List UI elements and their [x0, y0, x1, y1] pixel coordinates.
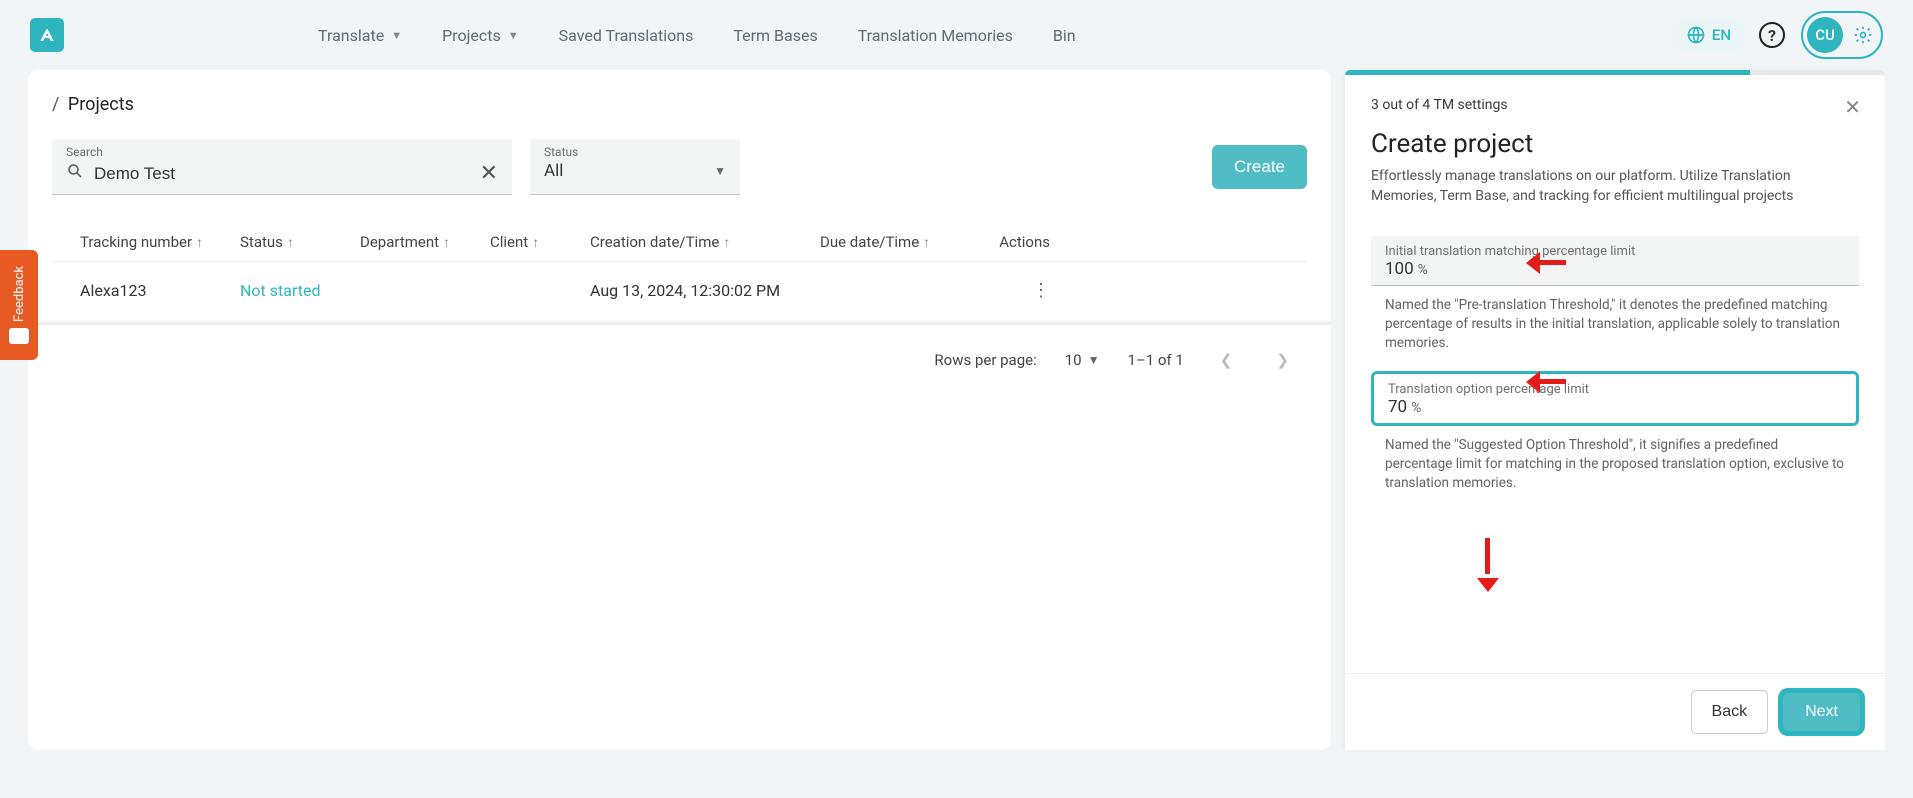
field-value: 70 [1388, 397, 1407, 417]
filter-row: Search ✕ Status All ▼ Create [52, 139, 1307, 195]
account-menu[interactable]: CU [1801, 11, 1883, 59]
nav-bin[interactable]: Bin [1053, 26, 1076, 45]
status-select[interactable]: Status All ▼ [530, 139, 740, 195]
gear-icon [1853, 25, 1873, 45]
close-icon[interactable]: ✕ [1844, 95, 1861, 119]
nav-term-bases[interactable]: Term Bases [733, 26, 817, 45]
panel-desc: Effortlessly manage translations on our … [1371, 167, 1859, 206]
col-creation[interactable]: Creation date/Time↑ [590, 233, 820, 251]
col-tracking[interactable]: Tracking number↑ [80, 233, 240, 251]
nav-label: Saved Translations [559, 26, 694, 45]
feedback-label: Feedback [12, 266, 27, 322]
projects-table: Tracking number↑ Status↑ Department↑ Cli… [52, 223, 1307, 325]
panel-title: Create project [1371, 129, 1859, 159]
field-label: Translation option percentage limit [1388, 382, 1842, 397]
nav-menu: Translate ▼ Projects ▼ Saved Translation… [318, 26, 1076, 45]
status-label: Status [544, 145, 726, 159]
pagination: Rows per page: 10 ▼ 1–1 of 1 ❮ ❯ [52, 325, 1307, 395]
sort-asc-icon: ↑ [443, 234, 450, 251]
globe-icon [1686, 25, 1706, 45]
field-unit: % [1418, 262, 1428, 278]
nav-projects[interactable]: Projects ▼ [442, 26, 519, 45]
projects-card: / Projects Search ✕ Status All ▼ [28, 70, 1331, 750]
search-input[interactable] [94, 164, 470, 184]
sort-asc-icon: ↑ [532, 234, 539, 251]
table-row[interactable]: Alexa123 Not started Aug 13, 2024, 12:30… [52, 261, 1307, 319]
breadcrumb: / Projects [52, 94, 1307, 115]
nav-label: Translation Memories [858, 26, 1013, 45]
sort-asc-icon: ↑ [923, 234, 930, 251]
cell-creation: Aug 13, 2024, 12:30:02 PM [590, 281, 820, 300]
page-range: 1–1 of 1 [1127, 351, 1183, 369]
cell-status: Not started [240, 281, 360, 300]
nav-right: EN ? CU [1674, 11, 1883, 59]
avatar: CU [1807, 17, 1843, 53]
app-logo[interactable] [30, 18, 64, 52]
breadcrumb-projects[interactable]: Projects [68, 94, 134, 115]
top-navbar: Translate ▼ Projects ▼ Saved Translation… [0, 0, 1913, 70]
col-status[interactable]: Status↑ [240, 233, 360, 251]
sort-asc-icon: ↑ [196, 234, 203, 251]
sort-asc-icon: ↑ [723, 234, 730, 251]
prev-page-icon[interactable]: ❮ [1212, 351, 1241, 369]
nav-label: Projects [442, 26, 501, 45]
step-indicator: 3 out of 4 TM settings ✕ [1371, 97, 1859, 113]
field-value: 100 [1385, 259, 1414, 279]
field-help-2: Named the "Suggested Option Threshold", … [1371, 432, 1859, 511]
cell-tracking: Alexa123 [80, 281, 240, 300]
caret-down-icon: ▼ [1088, 353, 1100, 367]
nav-label: Bin [1053, 26, 1076, 45]
field-label: Initial translation matching percentage … [1385, 244, 1845, 259]
col-due[interactable]: Due date/Time↑ [820, 233, 970, 251]
lang-label: EN [1712, 26, 1731, 44]
next-page-icon[interactable]: ❯ [1268, 351, 1297, 369]
search-field[interactable]: Search ✕ [52, 139, 512, 195]
caret-down-icon: ▼ [714, 164, 726, 178]
chevron-down-icon: ▼ [391, 29, 402, 42]
create-project-panel: 3 out of 4 TM settings ✕ Create project … [1345, 70, 1885, 750]
field-help-1: Named the "Pre-translation Threshold," i… [1371, 292, 1859, 371]
language-button[interactable]: EN [1674, 19, 1743, 51]
annotation-arrow-icon [1478, 538, 1498, 588]
rows-select[interactable]: 10 ▼ [1065, 351, 1100, 369]
table-header: Tracking number↑ Status↑ Department↑ Cli… [52, 223, 1307, 261]
status-value: All [544, 161, 563, 181]
col-department[interactable]: Department↑ [360, 233, 490, 251]
annotation-arrow-icon [1530, 253, 1580, 273]
col-actions: Actions [970, 233, 1050, 251]
panel-footer: Back Next [1345, 673, 1885, 750]
feedback-tab[interactable]: Feedback [0, 250, 38, 360]
col-client[interactable]: Client↑ [490, 233, 590, 251]
clear-icon[interactable]: ✕ [480, 161, 498, 186]
smiley-icon [9, 328, 29, 344]
sort-asc-icon: ↑ [287, 234, 294, 251]
field-unit: % [1411, 400, 1421, 416]
nav-label: Translate [318, 26, 384, 45]
nav-memories[interactable]: Translation Memories [858, 26, 1013, 45]
search-icon [66, 162, 84, 185]
create-button[interactable]: Create [1212, 145, 1307, 189]
nav-label: Term Bases [733, 26, 817, 45]
back-button[interactable]: Back [1691, 690, 1769, 734]
breadcrumb-slash: / [52, 94, 59, 115]
search-label: Search [66, 145, 498, 159]
nav-translate[interactable]: Translate ▼ [318, 26, 402, 45]
rows-label: Rows per page: [934, 351, 1036, 369]
next-button[interactable]: Next [1780, 690, 1863, 734]
initial-percentage-field[interactable]: Initial translation matching percentage … [1371, 236, 1859, 286]
row-menu-icon[interactable]: ⋮ [970, 280, 1050, 301]
option-percentage-field[interactable]: Translation option percentage limit 70 % [1371, 371, 1859, 426]
chevron-down-icon: ▼ [508, 29, 519, 42]
nav-saved[interactable]: Saved Translations [559, 26, 694, 45]
help-icon[interactable]: ? [1759, 22, 1785, 48]
annotation-arrow-icon [1530, 372, 1580, 392]
